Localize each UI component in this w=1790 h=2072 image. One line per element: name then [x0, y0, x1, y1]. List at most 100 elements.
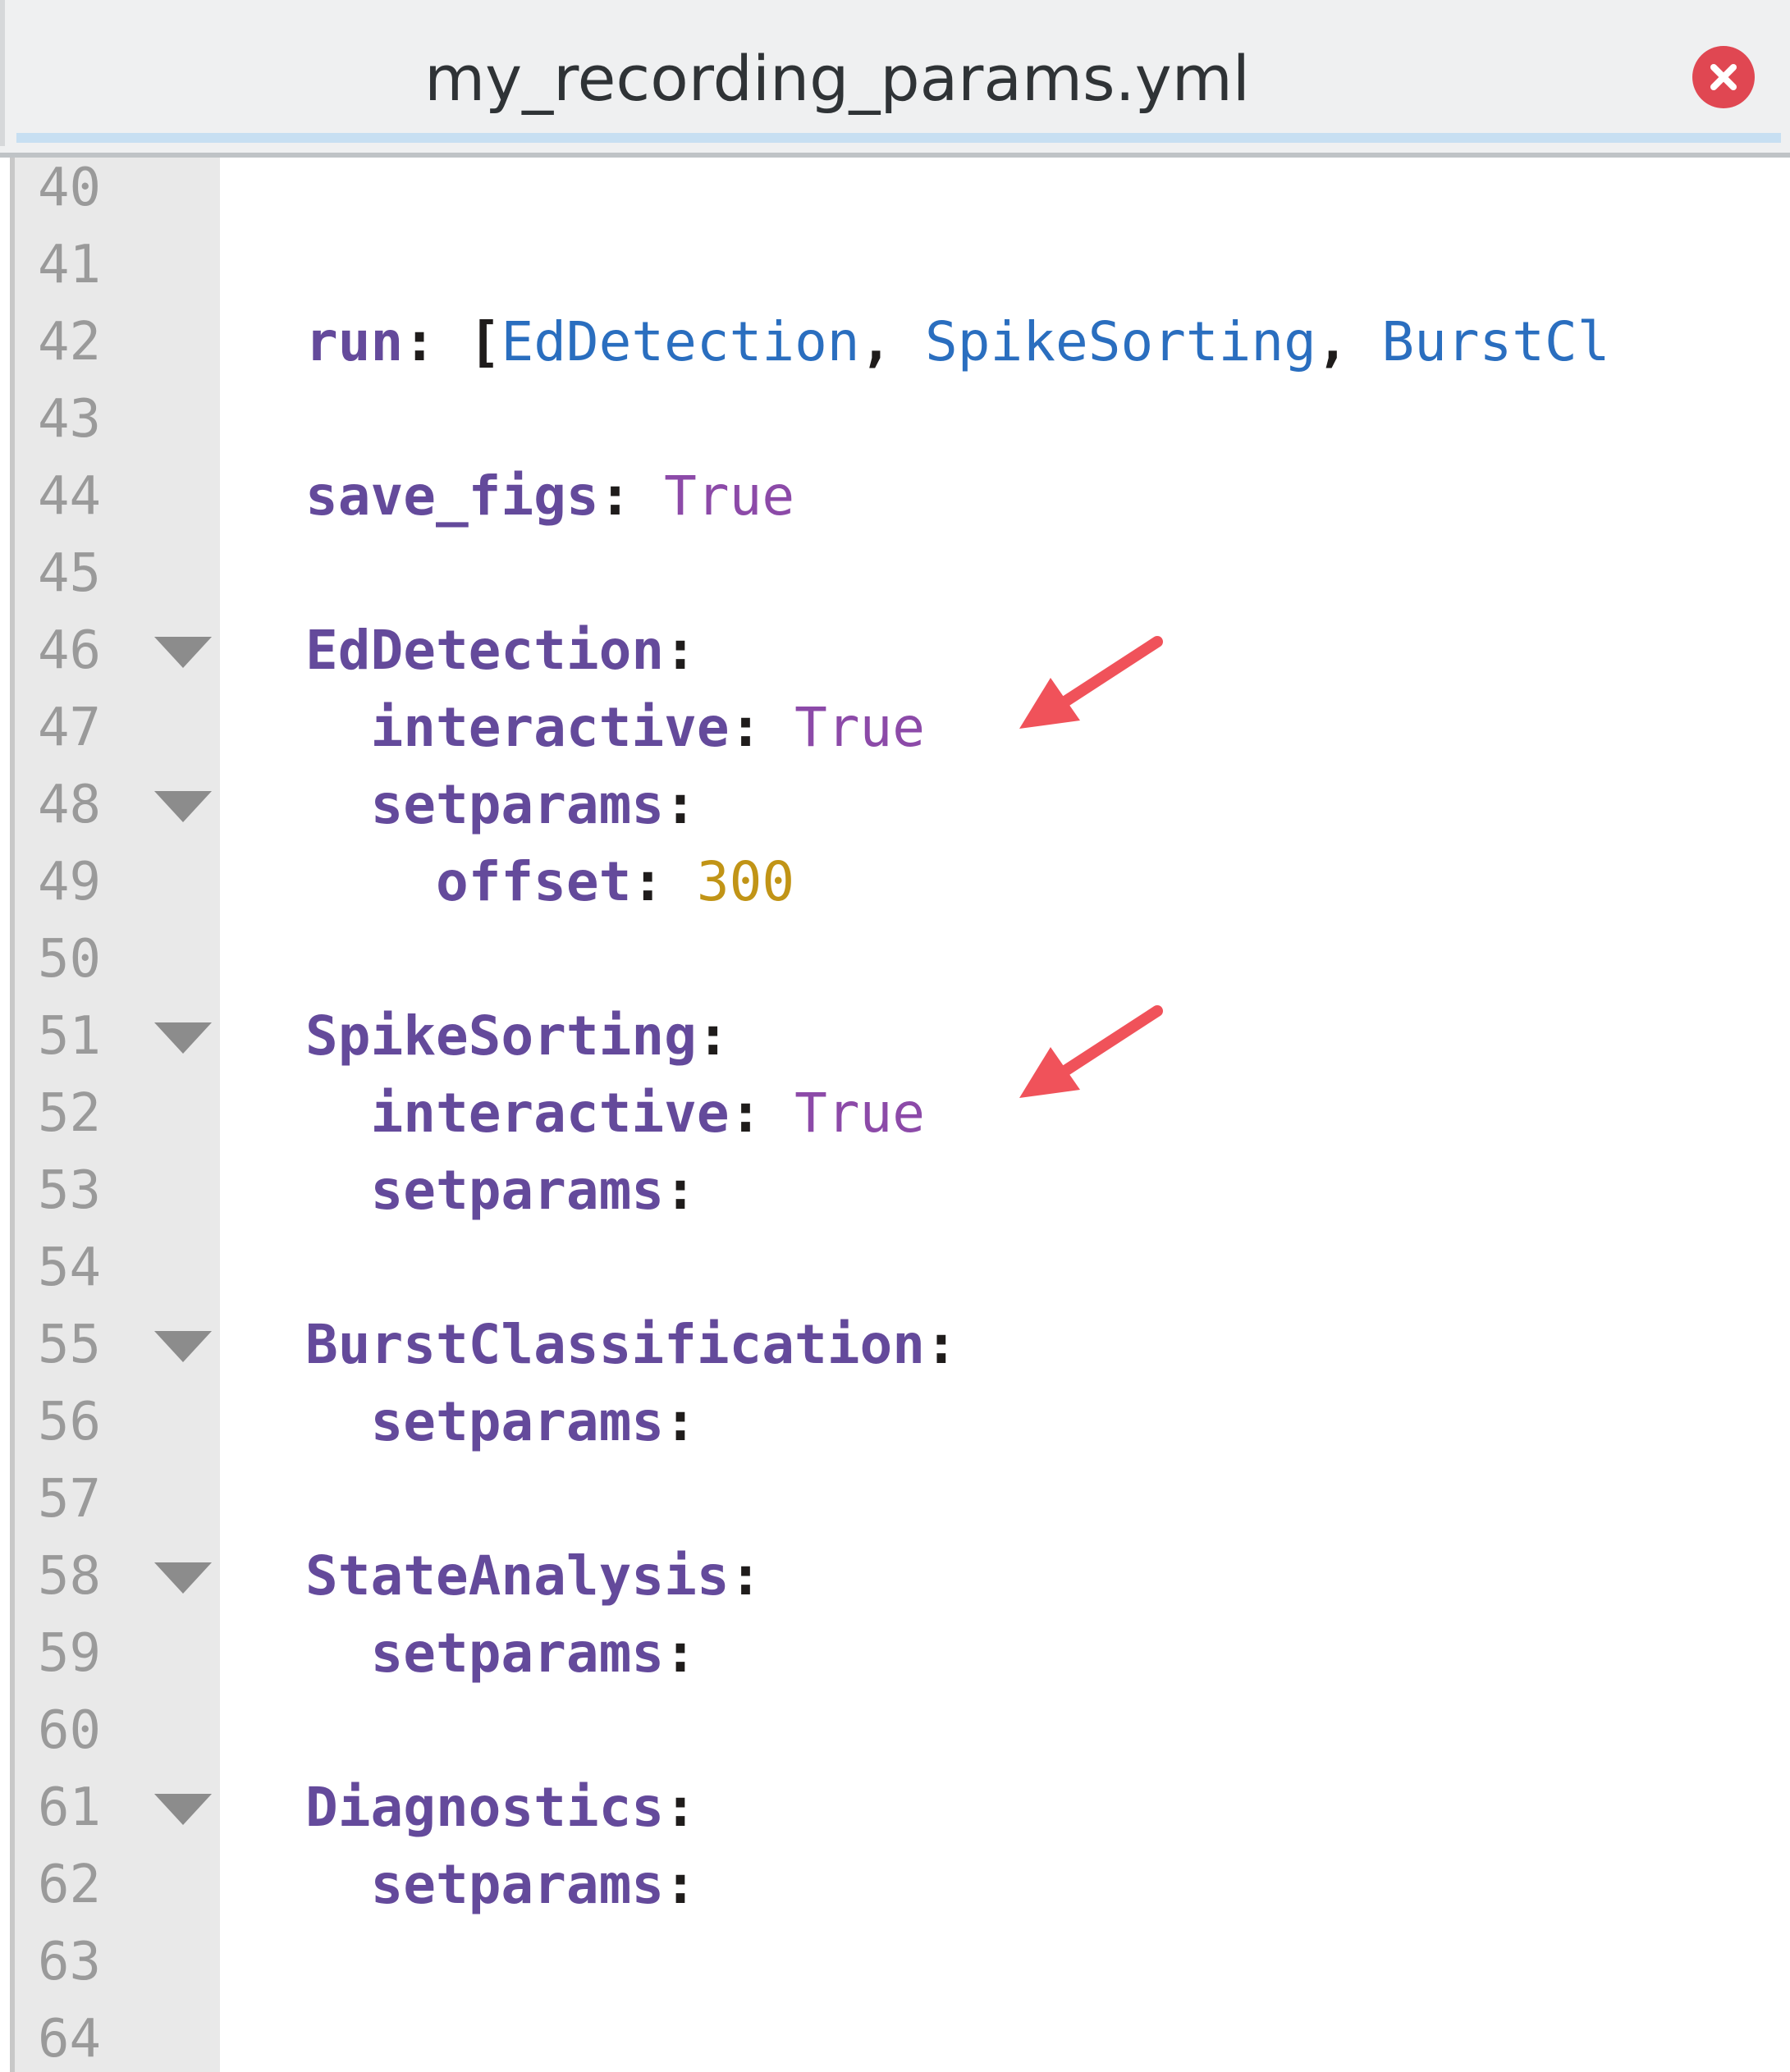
code-line-48[interactable]: setparams: — [305, 766, 697, 844]
line-number: 55 — [38, 1315, 102, 1375]
colon: : — [729, 1082, 762, 1145]
boolean-value: True — [762, 1082, 926, 1145]
line-number: 64 — [38, 2009, 102, 2070]
list-item: BurstCl — [1381, 310, 1610, 373]
tab-title[interactable]: my_recording_params.yml — [0, 38, 1674, 120]
line-number: 48 — [38, 775, 102, 835]
line-number: 59 — [38, 1623, 102, 1684]
separator: , — [1316, 310, 1382, 373]
line-number: 62 — [38, 1855, 102, 1915]
line-number: 60 — [38, 1700, 102, 1761]
active-tab-indicator — [16, 133, 1781, 143]
fold-marker[interactable] — [154, 1538, 212, 1615]
yaml-key: interactive — [370, 696, 730, 759]
code-line-52[interactable]: interactive: True — [305, 1075, 925, 1152]
code-line-46[interactable]: EdDetection: — [305, 612, 697, 689]
code-line-62[interactable]: setparams: — [305, 1846, 696, 1923]
line-number: 49 — [38, 852, 102, 913]
yaml-key: run — [305, 310, 404, 373]
fold-triangle-icon — [154, 1562, 212, 1594]
yaml-key: setparams — [370, 1621, 665, 1685]
line-number: 51 — [38, 1006, 102, 1067]
line-number: 40 — [38, 158, 102, 218]
yaml-key: EdDetection — [305, 619, 665, 682]
line-number: 61 — [38, 1777, 102, 1838]
line-number: 57 — [38, 1469, 102, 1530]
yaml-key: Diagnostics — [305, 1776, 665, 1839]
code-line-49[interactable]: offset: 300 — [305, 844, 794, 921]
line-number: 44 — [38, 466, 102, 527]
line-number: 45 — [38, 543, 102, 604]
fold-triangle-icon — [154, 637, 212, 668]
yaml-key: SpikeSorting — [305, 1004, 697, 1068]
code-line-58[interactable]: StateAnalysis: — [305, 1538, 762, 1615]
line-number: 52 — [38, 1083, 102, 1144]
code-line-53[interactable]: setparams: — [305, 1152, 697, 1229]
yaml-key: StateAnalysis — [305, 1544, 730, 1608]
line-number: 46 — [38, 620, 102, 681]
code-line-42[interactable]: run: [EdDetection, SpikeSorting, BurstCl — [305, 304, 1610, 381]
tab-bar: my_recording_params.yml — [0, 0, 1790, 158]
yaml-key: offset — [435, 850, 632, 913]
fold-triangle-icon — [154, 791, 212, 822]
colon: : — [696, 1004, 730, 1068]
colon: : — [729, 1544, 762, 1608]
yaml-key: save_figs — [305, 464, 599, 528]
yaml-key: setparams — [370, 1159, 665, 1222]
code-line-47[interactable]: interactive: True — [305, 689, 925, 766]
colon: : — [664, 1159, 697, 1222]
colon: : — [631, 850, 665, 913]
line-number: 43 — [38, 389, 102, 450]
colon: : — [403, 310, 436, 373]
line-number: 47 — [38, 698, 102, 758]
fold-marker[interactable] — [154, 766, 212, 844]
close-tab-button[interactable] — [1692, 46, 1755, 108]
fold-marker[interactable] — [154, 998, 212, 1075]
code-line-55[interactable]: BurstClassification: — [305, 1306, 958, 1384]
yaml-key: interactive — [370, 1082, 730, 1145]
colon: : — [664, 1776, 697, 1839]
colon: : — [924, 1313, 958, 1376]
fold-triangle-icon — [154, 1794, 212, 1825]
code-line-56[interactable]: setparams: — [305, 1384, 697, 1461]
line-number: 63 — [38, 1932, 102, 1992]
colon: : — [664, 1390, 697, 1453]
list-item: EdDetection — [501, 310, 860, 373]
fold-triangle-icon — [154, 1331, 212, 1362]
code-line-59[interactable]: setparams: — [305, 1615, 697, 1692]
boolean-value: True — [762, 696, 926, 759]
fold-triangle-icon — [154, 1022, 212, 1054]
close-icon — [1710, 64, 1737, 90]
code-area[interactable]: run: [EdDetection, SpikeSorting, BurstCl… — [220, 158, 1790, 2072]
line-number: 56 — [38, 1392, 102, 1452]
colon: : — [664, 1621, 697, 1685]
number-value: 300 — [664, 850, 795, 913]
line-number-gutter: 40 41 42 43 44 45 46 47 48 49 50 51 52 5… — [15, 158, 220, 2072]
fold-marker[interactable] — [154, 1306, 212, 1384]
line-number: 58 — [38, 1546, 102, 1607]
colon: : — [598, 464, 632, 528]
line-number: 50 — [38, 929, 102, 990]
code-line-51[interactable]: SpikeSorting: — [305, 998, 730, 1075]
yaml-key: setparams — [370, 1853, 665, 1916]
yaml-key: setparams — [370, 1390, 665, 1453]
fold-marker[interactable] — [154, 1769, 212, 1846]
line-number: 42 — [38, 312, 102, 373]
fold-marker[interactable] — [154, 612, 212, 689]
code-line-61[interactable]: Diagnostics: — [305, 1769, 697, 1846]
code-line-44[interactable]: save_figs: True — [305, 458, 794, 535]
boolean-value: True — [631, 464, 795, 528]
colon: : — [664, 773, 697, 836]
editor-window: my_recording_params.yml 40 41 42 43 44 4… — [0, 0, 1790, 2072]
separator: , — [859, 310, 926, 373]
list-item: SpikeSorting — [925, 310, 1316, 373]
colon: : — [664, 619, 697, 682]
